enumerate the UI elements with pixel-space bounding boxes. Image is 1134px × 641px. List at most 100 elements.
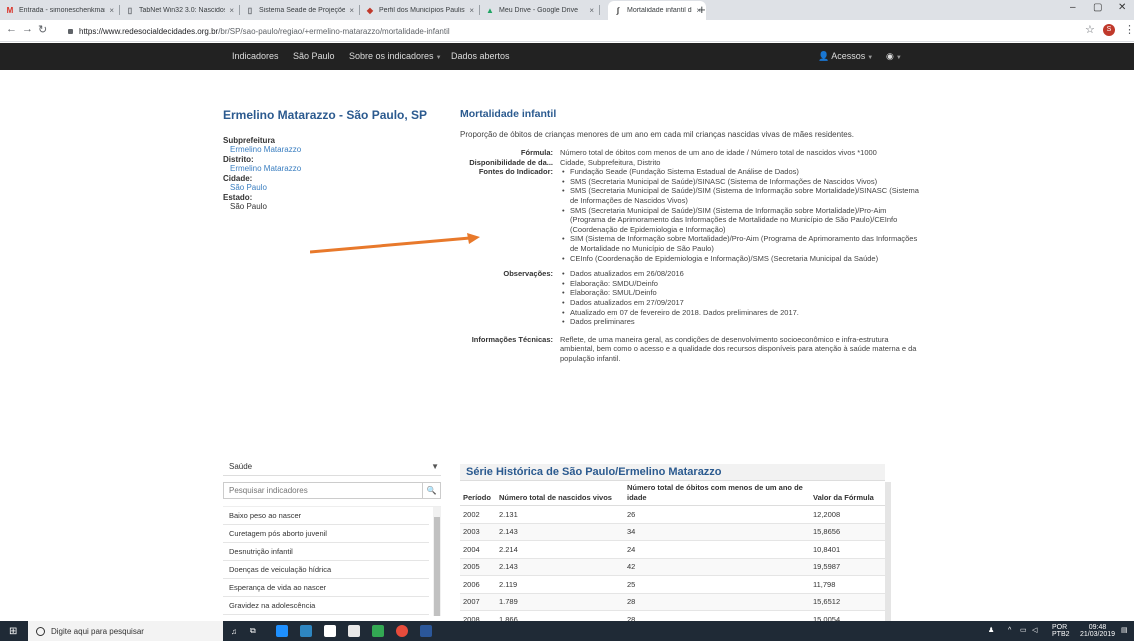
subprefeitura-link[interactable]: Ermelino Matarazzo: [223, 145, 443, 155]
fontes-list: Fundação Seade (Fundação Sistema Estadua…: [560, 167, 920, 263]
tab-6[interactable]: ∫Mortalidade infantil de São Paulo×: [608, 1, 706, 20]
indicator-search-input[interactable]: [224, 483, 422, 498]
people-icon[interactable]: ♟: [988, 627, 994, 634]
table-cell: 2002: [460, 505, 496, 524]
nav-acessos[interactable]: 👤 Acessos ▼: [818, 51, 873, 62]
profile-avatar[interactable]: S: [1103, 24, 1115, 36]
mail-icon[interactable]: [348, 625, 360, 637]
nav-indicadores[interactable]: Indicadores: [232, 51, 279, 61]
col-header: Valor da Fórmula: [810, 481, 885, 506]
table-cell: 24: [624, 540, 810, 559]
bookmark-star-icon[interactable]: ☆: [1085, 23, 1095, 36]
minimize-icon[interactable]: –: [1070, 2, 1076, 13]
windows-start-icon[interactable]: ⊞: [9, 625, 17, 637]
url-path: /br/SP/sao-paulo/regiao/+ermelino-matara…: [218, 26, 450, 36]
taskbar-search[interactable]: Digite aqui para pesquisar: [28, 621, 223, 641]
distrito-link[interactable]: Ermelino Matarazzo: [223, 164, 443, 174]
tab-4[interactable]: ◆ Perfil dos Municípios Paulistas | ×: [360, 1, 479, 20]
cortana-icon: [36, 626, 45, 636]
tab-1[interactable]: M Entrada - simoneschenkman@u ×: [0, 1, 119, 20]
fonte-item: SMS (Secretaria Municipal de Saúde)/SIM …: [560, 186, 920, 205]
scrollbar-thumb[interactable]: [434, 517, 440, 616]
page-scrollbar[interactable]: [885, 482, 891, 622]
notification-icon[interactable]: ▤: [1121, 627, 1128, 634]
maximize-icon[interactable]: ▢: [1093, 2, 1102, 13]
network-icon[interactable]: ▭: [1020, 627, 1027, 634]
list-item[interactable]: Gravidez na adolescência: [223, 597, 429, 615]
place-title: Ermelino Matarazzo - São Paulo, SP: [223, 108, 428, 122]
tab-title: Mortalidade infantil de São Paulo: [627, 7, 692, 14]
close-tab-icon[interactable]: ×: [469, 6, 474, 15]
tray-up-icon[interactable]: ^: [1008, 627, 1011, 634]
list-item[interactable]: Curetagem pós aborto juvenil: [223, 525, 429, 543]
app-icon[interactable]: [372, 625, 384, 637]
theme-select-value: Saúde: [229, 462, 253, 471]
close-tab-icon[interactable]: ×: [229, 6, 234, 15]
nav-sao-paulo[interactable]: São Paulo: [293, 51, 335, 61]
annotation-arrow: [310, 233, 480, 254]
lang-secondary: PTB2: [1052, 631, 1070, 638]
close-window-icon[interactable]: ✕: [1118, 2, 1126, 13]
menu-kebab-icon[interactable]: ⋮: [1124, 23, 1134, 36]
language-indicator[interactable]: POR PTB2: [1052, 624, 1070, 638]
observacoes-row: Observações: Dados atualizados em 26/08/…: [460, 269, 920, 327]
new-tab-icon[interactable]: +: [698, 2, 706, 17]
table-cell: 2.214: [496, 540, 624, 559]
close-tab-icon[interactable]: ×: [349, 6, 354, 15]
word-icon[interactable]: [420, 625, 432, 637]
table-cell: 42: [624, 558, 810, 576]
forward-icon[interactable]: →: [22, 23, 33, 35]
theme-select[interactable]: Saúde ▼: [223, 458, 441, 476]
tab-2[interactable]: ▯ TabNet Win32 3.0: Nascidos Vivo×: [120, 1, 239, 20]
subprefeitura-label: Subprefeitura: [223, 136, 276, 145]
observacao-item: Dados atualizados em 26/08/2016: [560, 269, 920, 279]
lang-primary: POR: [1052, 624, 1068, 631]
address-bar[interactable]: https://www.redesocialdecidades.org.br/b…: [68, 24, 1068, 38]
search-icon[interactable]: 🔍: [422, 483, 440, 498]
task-view-icon[interactable]: ⧉: [250, 625, 256, 637]
table-header-row: Período Número total de nascidos vivos N…: [460, 481, 885, 506]
gmail-icon: M: [6, 6, 14, 15]
edge-icon[interactable]: [276, 625, 288, 637]
list-item[interactable]: Doenças de veiculação hídrica: [223, 561, 429, 579]
page-icon: ▯: [127, 6, 133, 15]
globe-menu[interactable]: ◉ ▼: [886, 51, 902, 62]
clock[interactable]: 09:48 21/03/2019: [1080, 624, 1115, 638]
back-icon[interactable]: ←: [6, 23, 17, 35]
mic-icon[interactable]: ♫: [231, 625, 237, 637]
close-tab-icon[interactable]: ×: [589, 6, 594, 15]
table-cell: 25: [624, 575, 810, 594]
table-cell: 19,5987: [810, 558, 885, 576]
volume-icon[interactable]: ◁: [1032, 627, 1037, 634]
tab-title: Meu Drive - Google Drive: [499, 7, 578, 14]
chrome-icon[interactable]: [396, 625, 408, 637]
table-cell: 26: [624, 505, 810, 524]
reload-icon[interactable]: ↻: [38, 23, 47, 36]
table-row: 2003 2.143 34 15,8656: [460, 523, 885, 541]
table-cell: 15,8656: [810, 523, 885, 541]
info-tecnicas-row: Informações Técnicas: Reflete, de uma ma…: [460, 335, 920, 364]
nav-sobre-indicadores[interactable]: Sobre os indicadores ▼: [349, 51, 442, 61]
tab-title: Perfil dos Municípios Paulistas |: [379, 7, 465, 14]
list-scrollbar[interactable]: [433, 507, 441, 616]
distrito-label: Distrito:: [223, 155, 254, 164]
file-explorer-icon[interactable]: [300, 625, 312, 637]
list-item[interactable]: Baixo peso ao nascer: [223, 507, 429, 525]
nav-acessos-label: Acessos: [831, 51, 866, 61]
seade-icon: ◆: [366, 6, 374, 15]
tab-3[interactable]: ▯ Sistema Seade de Projeções Pop×: [240, 1, 359, 20]
nav-dados-abertos[interactable]: Dados abertos: [451, 51, 510, 61]
formula-row: Fórmula: Número total de óbitos com meno…: [460, 148, 920, 158]
estado-value: São Paulo: [230, 202, 267, 211]
formula-label: Fórmula:: [520, 148, 553, 157]
cidade-link[interactable]: São Paulo: [223, 183, 443, 193]
list-item[interactable]: Esperança de vida ao nascer: [223, 579, 429, 597]
indicator-detail: Mortalidade infantil Proporção de óbitos…: [460, 108, 920, 363]
tab-5[interactable]: ▲ Meu Drive - Google Drive ×: [480, 1, 599, 20]
info-tecnicas-value: Reflete, de uma maneira geral, as condiç…: [560, 334, 917, 363]
close-tab-icon[interactable]: ×: [109, 6, 114, 15]
table-cell: 28: [624, 593, 810, 611]
store-icon[interactable]: [324, 625, 336, 637]
indicator-sidebar: Saúde ▼ 🔍 Baixo peso ao nascer Curetagem…: [223, 458, 441, 616]
list-item[interactable]: Desnutrição infantil: [223, 543, 429, 561]
